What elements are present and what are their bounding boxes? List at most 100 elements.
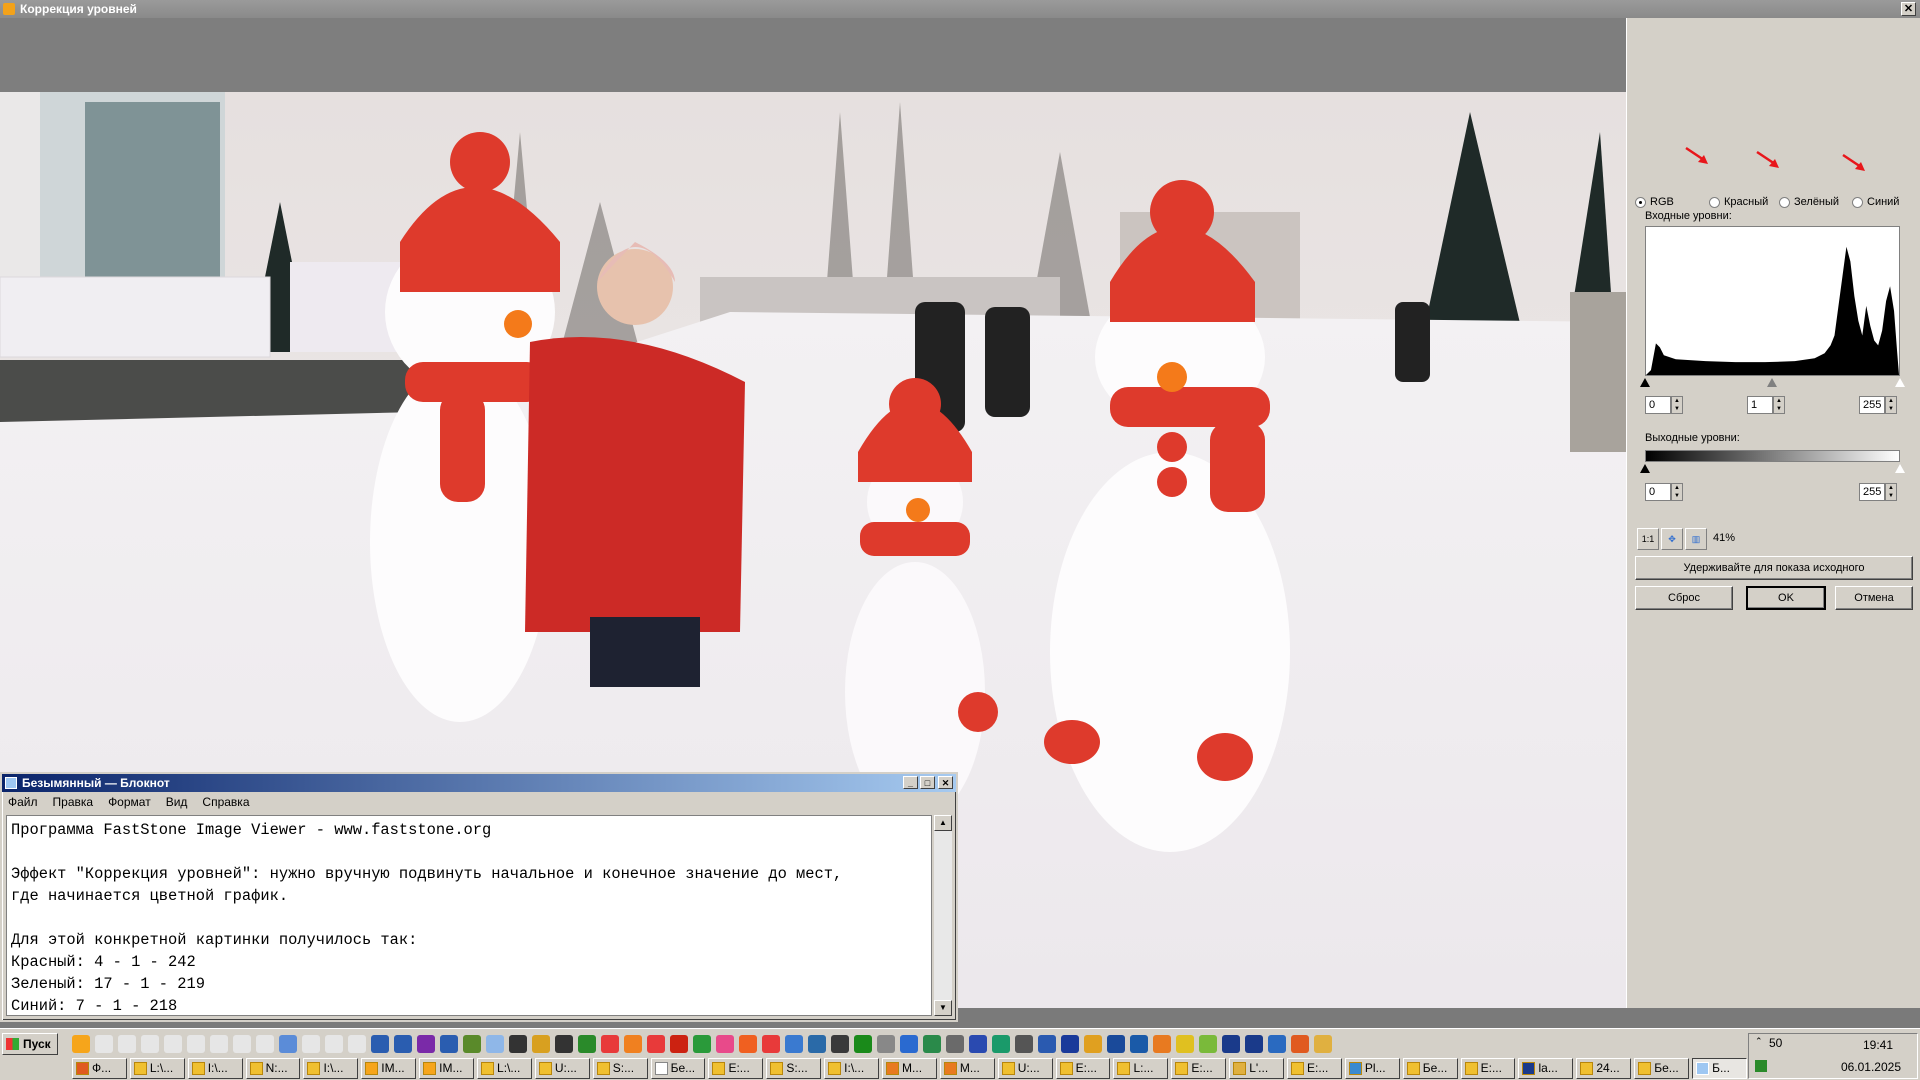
task-button[interactable]: Ф... [72, 1058, 127, 1079]
task-button[interactable]: E:... [1460, 1058, 1516, 1079]
quick-launch-icon[interactable] [371, 1035, 389, 1053]
quick-launch-icon[interactable] [739, 1035, 757, 1053]
quick-launch-icon[interactable] [1061, 1035, 1079, 1053]
minimize-button[interactable]: _ [903, 776, 918, 789]
menu-help[interactable]: Справка [202, 792, 249, 812]
quick-launch-icon[interactable] [900, 1035, 918, 1053]
task-button[interactable]: L:\... [477, 1058, 532, 1079]
input-black-spinner[interactable]: 0 ▲ ▼ [1645, 396, 1683, 414]
task-button[interactable]: IM... [419, 1058, 475, 1079]
quick-launch-icon[interactable] [992, 1035, 1010, 1053]
quick-launch-icon[interactable] [808, 1035, 826, 1053]
tray-app-icon[interactable] [1755, 1060, 1767, 1072]
channel-green-radio[interactable]: Зелёный [1779, 196, 1839, 208]
task-button[interactable]: E:... [1171, 1058, 1227, 1079]
output-black-slider[interactable] [1640, 464, 1650, 473]
input-white-spinner[interactable]: 255 ▲ ▼ [1859, 396, 1897, 414]
task-button[interactable]: la... [1518, 1058, 1574, 1079]
quick-launch-icon[interactable] [785, 1035, 803, 1053]
quick-launch-icon[interactable] [946, 1035, 964, 1053]
spin-arrows-icon[interactable]: ▲ ▼ [1773, 396, 1785, 414]
quick-launch-icon[interactable] [1222, 1035, 1240, 1053]
output-white-slider[interactable] [1895, 464, 1905, 473]
quick-launch-icon[interactable] [716, 1035, 734, 1053]
quick-launch-icon[interactable] [1153, 1035, 1171, 1053]
zoom-1-1-button[interactable]: 1:1 [1637, 528, 1659, 550]
quick-launch-icon[interactable] [877, 1035, 895, 1053]
task-button[interactable]: Бе... [1634, 1058, 1690, 1079]
input-gamma-slider[interactable] [1767, 378, 1777, 387]
task-button[interactable]: I:\... [824, 1058, 880, 1079]
channel-rgb-radio[interactable]: RGB [1635, 196, 1674, 208]
ok-button[interactable]: OK [1746, 586, 1826, 610]
quick-launch-icon[interactable] [1314, 1035, 1332, 1053]
quick-launch-icon[interactable] [440, 1035, 458, 1053]
quick-launch-icon[interactable] [118, 1035, 136, 1053]
quick-launch-icon[interactable] [210, 1035, 228, 1053]
quick-launch-icon[interactable] [279, 1035, 297, 1053]
task-button[interactable]: U:... [534, 1058, 590, 1079]
quick-launch-icon[interactable] [486, 1035, 504, 1053]
quick-launch-icon[interactable] [1199, 1035, 1217, 1053]
input-black-slider[interactable] [1640, 378, 1650, 387]
hold-to-show-original-button[interactable]: Удерживайте для показа исходного [1635, 556, 1913, 580]
quick-launch-icon[interactable] [1107, 1035, 1125, 1053]
quick-launch-icon[interactable] [854, 1035, 872, 1053]
quick-launch-icon[interactable] [1291, 1035, 1309, 1053]
quick-launch-icon[interactable] [302, 1035, 320, 1053]
quick-launch-icon[interactable] [164, 1035, 182, 1053]
quick-launch-icon[interactable] [1268, 1035, 1286, 1053]
output-white-spinner[interactable]: 255 ▲ ▼ [1859, 483, 1897, 501]
quick-launch-icon[interactable] [762, 1035, 780, 1053]
quick-launch-icon[interactable] [624, 1035, 642, 1053]
fit-to-window-icon[interactable]: ✥ [1661, 528, 1683, 550]
notepad-text-area[interactable]: Программа FastStone Image Viewer - www.f… [6, 815, 932, 1016]
quick-launch-icon[interactable] [1038, 1035, 1056, 1053]
quick-launch-icon[interactable] [256, 1035, 274, 1053]
task-button[interactable]: IM... [361, 1058, 417, 1079]
quick-launch-icon[interactable] [141, 1035, 159, 1053]
channel-blue-radio[interactable]: Синий [1852, 196, 1899, 208]
maximize-button[interactable]: □ [920, 776, 935, 789]
cancel-button[interactable]: Отмена [1835, 586, 1913, 610]
task-button-active[interactable]: Б... [1692, 1058, 1747, 1079]
quick-launch-icon[interactable] [463, 1035, 481, 1053]
menu-file[interactable]: Файл [8, 792, 38, 812]
quick-launch-icon[interactable] [693, 1035, 711, 1053]
quick-launch-icon[interactable] [555, 1035, 573, 1053]
task-button[interactable]: E:... [1287, 1058, 1342, 1079]
quick-launch-icon[interactable] [95, 1035, 113, 1053]
scroll-down-icon[interactable]: ▼ [934, 1000, 952, 1016]
quick-launch-icon[interactable] [509, 1035, 527, 1053]
quick-launch-icon[interactable] [348, 1035, 366, 1053]
quick-launch-icon[interactable] [1176, 1035, 1194, 1053]
quick-launch-icon[interactable] [72, 1035, 90, 1053]
input-gamma-spinner[interactable]: 1 ▲ ▼ [1747, 396, 1785, 414]
task-button[interactable]: Бе... [650, 1058, 706, 1079]
clock-date[interactable]: 06.01.2025 [1841, 1060, 1901, 1074]
start-button[interactable]: Пуск [2, 1033, 58, 1055]
quick-launch-icon[interactable] [233, 1035, 251, 1053]
task-button[interactable]: L:... [1113, 1058, 1169, 1079]
quick-launch-icon[interactable] [532, 1035, 550, 1053]
clock-time[interactable]: 19:41 [1863, 1038, 1893, 1052]
spin-arrows-icon[interactable]: ▲ ▼ [1671, 396, 1683, 414]
output-black-spinner[interactable]: 0 ▲ ▼ [1645, 483, 1683, 501]
spin-arrows-icon[interactable]: ▲ ▼ [1885, 483, 1897, 501]
close-window-button[interactable]: ✕ [1901, 2, 1916, 16]
vertical-scrollbar[interactable]: ▲ ▼ [934, 815, 952, 1016]
task-button[interactable]: E:... [1055, 1058, 1111, 1079]
task-button[interactable]: U:... [997, 1058, 1053, 1079]
quick-launch-icon[interactable] [187, 1035, 205, 1053]
quick-launch-icon[interactable] [394, 1035, 412, 1053]
quick-launch-icon[interactable] [417, 1035, 435, 1053]
quick-launch-icon[interactable] [601, 1035, 619, 1053]
quick-launch-icon[interactable] [578, 1035, 596, 1053]
scroll-up-icon[interactable]: ▲ [934, 815, 952, 831]
quick-launch-icon[interactable] [923, 1035, 941, 1053]
menu-edit[interactable]: Правка [53, 792, 94, 812]
quick-launch-icon[interactable] [1084, 1035, 1102, 1053]
menu-format[interactable]: Формат [108, 792, 151, 812]
task-button[interactable]: L:\... [129, 1058, 185, 1079]
quick-launch-icon[interactable] [969, 1035, 987, 1053]
